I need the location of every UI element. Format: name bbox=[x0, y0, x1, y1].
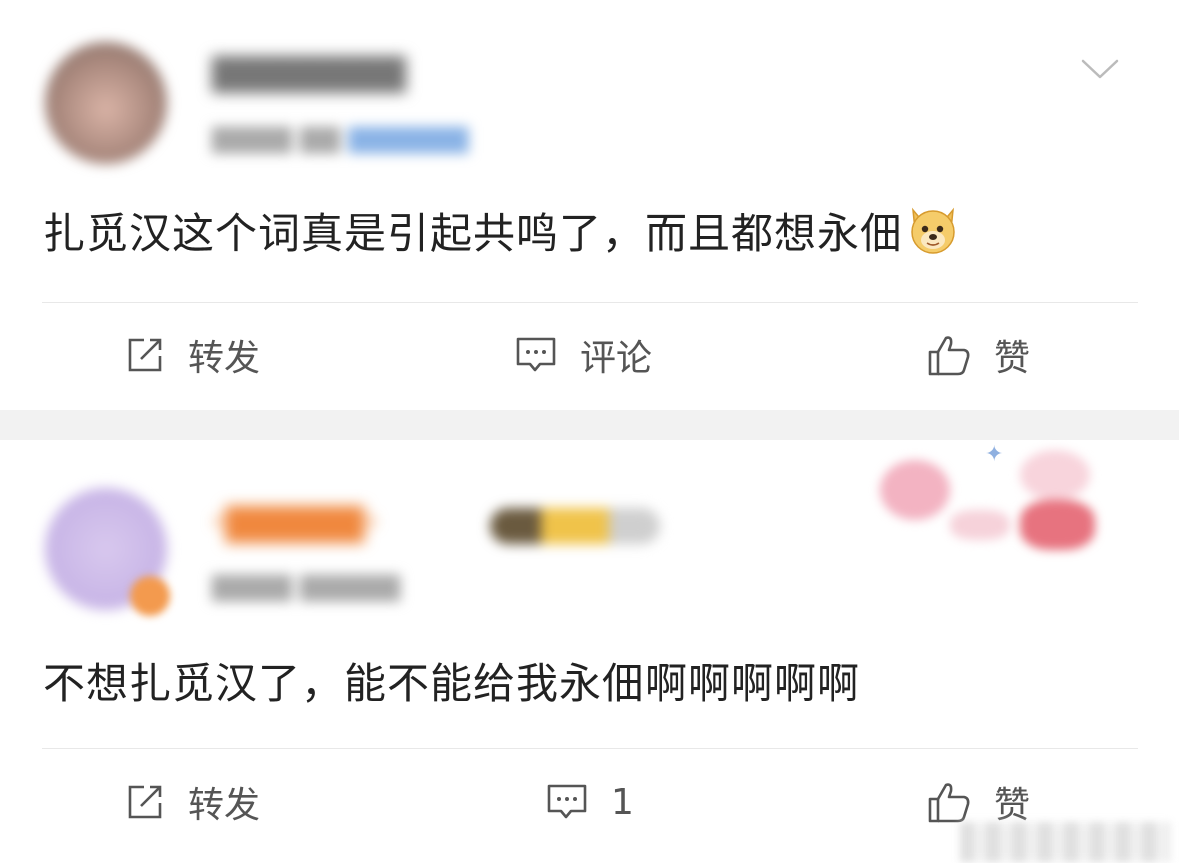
chevron-down-icon[interactable] bbox=[1081, 58, 1119, 80]
post-card: ✦ ·▇▇▇▇▇· ▇▇▇▇ ▇▇▇▇▇ 不想扎觅汉了，能不能给我永佃啊啊啊啊啊… bbox=[0, 440, 1179, 863]
post-meta-blurred: ▇▇▇▇ ▇▇▇▇▇ bbox=[212, 572, 401, 602]
repost-label: 转发 bbox=[188, 338, 261, 379]
post-content: 扎觅汉这个词真是引起共鸣了，而且都想永佃 bbox=[43, 200, 961, 261]
repost-button[interactable]: 转发 bbox=[124, 772, 260, 832]
like-icon bbox=[928, 336, 970, 376]
like-icon bbox=[928, 783, 970, 823]
like-label: 赞 bbox=[994, 338, 1031, 379]
user-badges-blurred bbox=[490, 508, 660, 544]
username-blurred[interactable]: ▇▇▇▇▇▇▇ bbox=[212, 52, 406, 93]
divider bbox=[42, 748, 1138, 749]
repost-label: 转发 bbox=[188, 785, 261, 826]
comment-count: 1 bbox=[611, 781, 634, 823]
username-blurred[interactable]: ·▇▇▇▇▇· bbox=[212, 502, 378, 543]
comment-button[interactable]: 1 bbox=[545, 772, 634, 832]
doge-emoji bbox=[911, 207, 955, 254]
action-bar: 转发 评论 赞 bbox=[0, 325, 1179, 385]
repost-icon bbox=[128, 785, 162, 819]
post-text: 扎觅汉这个词真是引起共鸣了，而且都想永佃 bbox=[43, 209, 904, 258]
comment-button[interactable]: 评论 bbox=[514, 325, 652, 385]
comment-icon bbox=[516, 337, 556, 372]
post-separator bbox=[0, 410, 1179, 440]
post-meta-blurred: ▇▇▇▇ ▇▇ ▇▇▇▇▇▇ bbox=[212, 124, 469, 154]
vip-badge-icon bbox=[130, 576, 170, 616]
watermark-blurred bbox=[960, 822, 1170, 862]
comment-icon bbox=[547, 784, 587, 819]
post-card: ▇▇▇▇▇▇▇ ▇▇▇▇ ▇▇ ▇▇▇▇▇▇ 扎觅汉这个词真是引起共鸣了，而且都… bbox=[0, 0, 1179, 410]
avatar[interactable] bbox=[45, 42, 167, 164]
like-button[interactable]: 赞 bbox=[926, 325, 1030, 385]
repost-button[interactable]: 转发 bbox=[124, 325, 260, 385]
post-content: 不想扎觅汉了，能不能给我永佃啊啊啊啊啊 bbox=[43, 650, 860, 711]
comment-label: 评论 bbox=[580, 338, 653, 379]
sparkle-icon: ✦ bbox=[985, 442, 1004, 467]
post-text: 不想扎觅汉了，能不能给我永佃啊啊啊啊啊 bbox=[43, 659, 861, 708]
repost-icon bbox=[128, 338, 162, 372]
like-label: 赞 bbox=[994, 785, 1031, 826]
divider bbox=[42, 302, 1138, 303]
